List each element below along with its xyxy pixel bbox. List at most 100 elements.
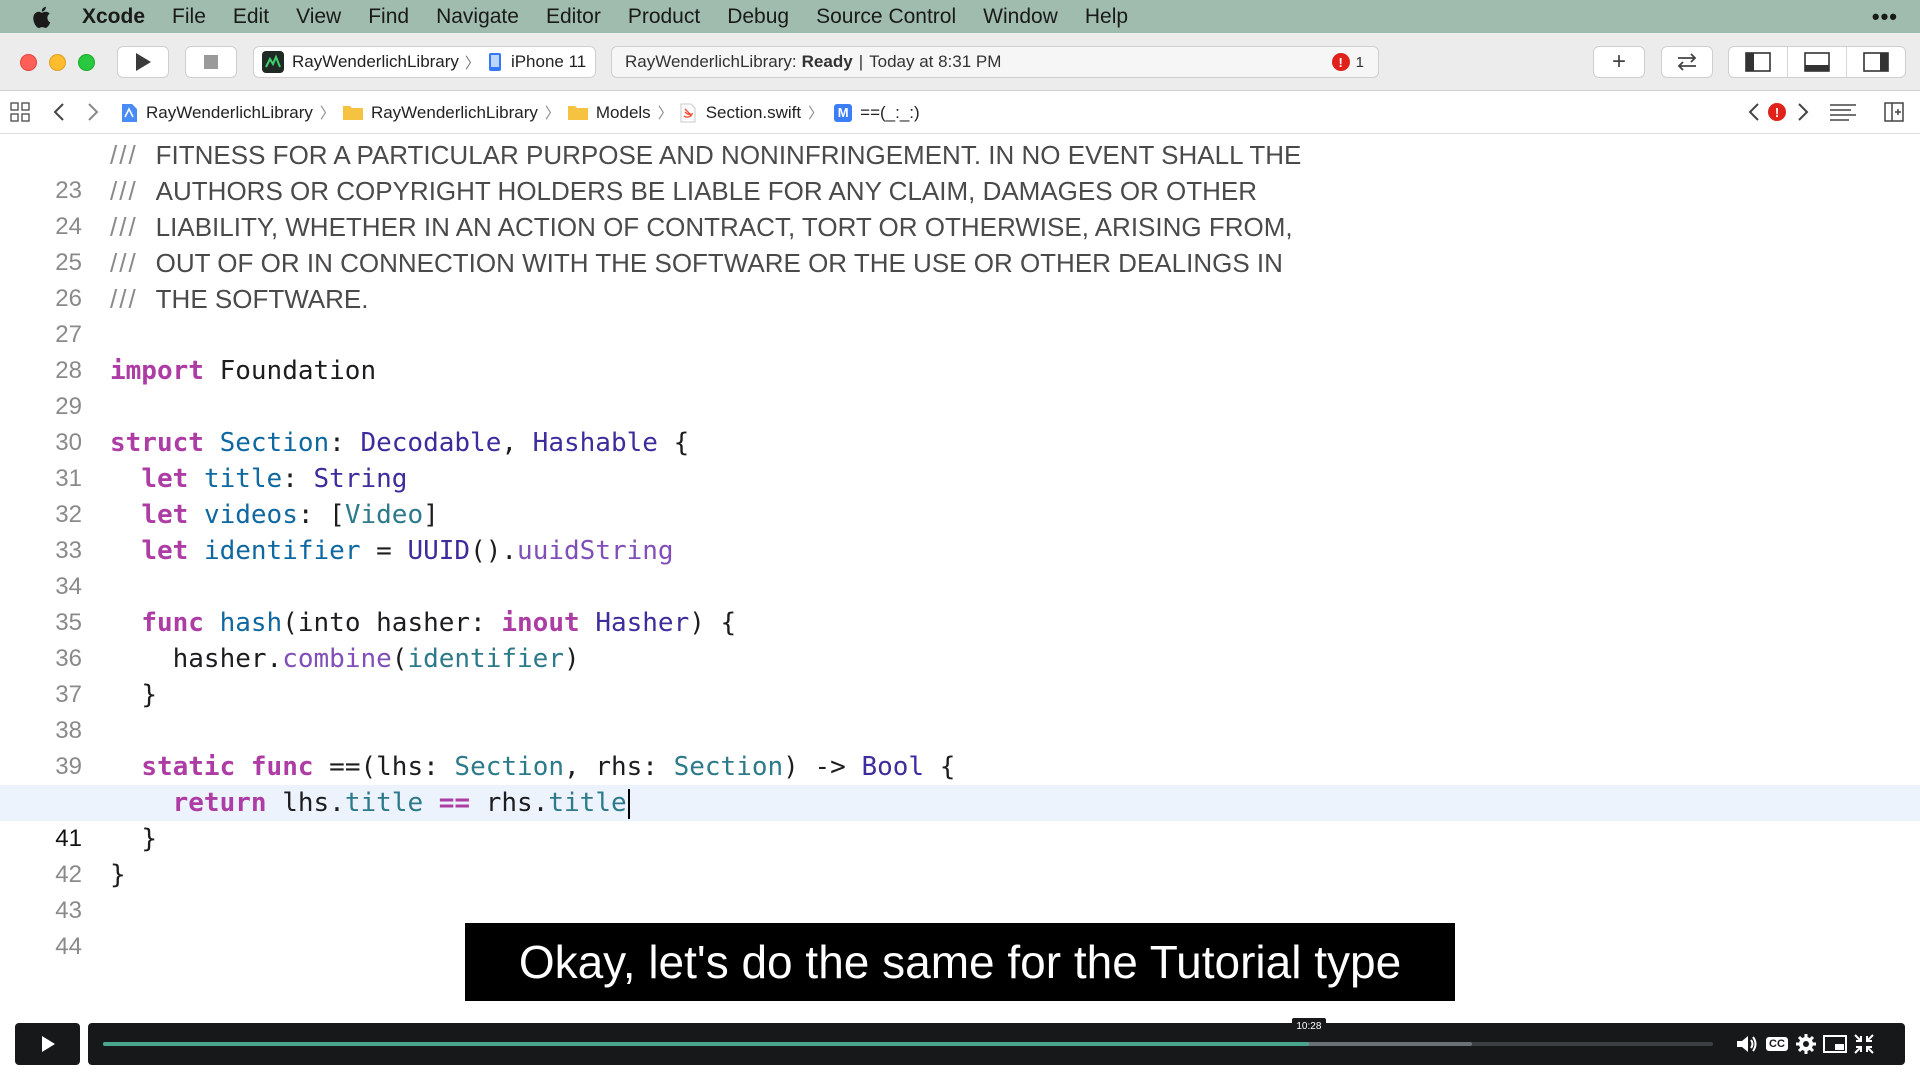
menu-find[interactable]: Find (368, 5, 409, 29)
code-line[interactable]: 26 ///OUT OF OR IN CONNECTION WITH THE S… (0, 245, 1920, 312)
jump-bar: RayWenderlichLibrary 〉 RayWenderlichLibr… (0, 91, 1920, 134)
code-comment: ///FITNESS FOR A PARTICULAR PURPOSE AND … (110, 140, 1302, 170)
code-line[interactable]: 36 func hash(into hasher: inout Hasher) … (0, 605, 1920, 672)
menu-debug[interactable]: Debug (727, 5, 789, 29)
folder-icon (567, 104, 589, 121)
code-text: let identifier = UUID().uuidString (141, 536, 674, 566)
code-line[interactable]: 31 struct Section: Decodable, Hashable { (0, 425, 1920, 492)
code-line[interactable]: 42 } (0, 821, 1920, 888)
breadcrumb-project-label: RayWenderlichLibrary (146, 102, 313, 122)
code-text: let title: String (141, 464, 408, 494)
code-line[interactable]: 34 let identifier = UUID().uuidString (0, 533, 1920, 600)
breadcrumb-separator: 〉 (319, 105, 335, 122)
breadcrumb-models-label: Models (595, 102, 651, 122)
closed-captions-label: CC (1766, 1037, 1788, 1051)
scheme-separator-icon: 〉 (464, 54, 480, 72)
code-line[interactable]: 37 hasher.combine(identifier) (0, 641, 1920, 708)
volume-icon[interactable] (1735, 1033, 1759, 1055)
code-line[interactable]: 28 (0, 317, 1920, 384)
code-text: let videos: [Video] (141, 500, 439, 530)
chevron-right-icon[interactable] (86, 102, 100, 127)
source-editor[interactable]: 23 ///FITNESS FOR A PARTICULAR PURPOSE A… (0, 134, 1920, 1020)
activity-status: Ready (801, 52, 853, 71)
navigator-toggle[interactable] (1729, 47, 1788, 77)
activity-project: RayWenderlichLibrary: (625, 52, 797, 71)
fullscreen-icon[interactable] (1852, 1033, 1876, 1055)
menu-help[interactable]: Help (1085, 5, 1128, 29)
code-comment: ///AUTHORS OR COPYRIGHT HOLDERS BE LIABL… (110, 176, 1258, 206)
code-line[interactable]: 38 } (0, 677, 1920, 744)
code-line[interactable]: 40 static func ==(lhs: Section, rhs: Sec… (0, 749, 1920, 816)
code-review-button[interactable] (1661, 46, 1713, 78)
breadcrumb-group-label: RayWenderlichLibrary (370, 102, 538, 122)
picture-in-picture-icon[interactable] (1823, 1033, 1847, 1055)
current-code-line[interactable]: 41 return lhs.title == rhs.title (0, 785, 1920, 852)
minimize-window-button[interactable] (49, 54, 66, 71)
code-line[interactable]: 35 (0, 569, 1920, 636)
menu-edit[interactable]: Edit (233, 5, 269, 29)
apple-icon[interactable] (28, 4, 54, 30)
inspector-toggle[interactable] (1847, 47, 1905, 77)
code-line[interactable]: 25 ///LIABILITY, WHETHER IN AN ACTION OF… (0, 209, 1920, 276)
code-line[interactable]: 33 let videos: [Video] (0, 497, 1920, 564)
activity-divider: | (858, 52, 864, 71)
library-add-button[interactable]: + (1593, 46, 1645, 78)
breadcrumb-project[interactable]: RayWenderlichLibrary 〉 (120, 102, 342, 123)
menu-app-name[interactable]: Xcode (82, 5, 145, 29)
review-icon (1677, 53, 1697, 71)
related-items-grid-icon[interactable] (10, 102, 30, 127)
menu-product[interactable]: Product (628, 5, 700, 29)
breadcrumb-group[interactable]: RayWenderlichLibrary 〉 (342, 102, 567, 123)
error-count-badge[interactable]: ! 1 (1331, 53, 1364, 71)
menu-view[interactable]: View (296, 5, 341, 29)
breadcrumb-symbol[interactable]: M ==(_:_:) (830, 103, 920, 123)
code-text: static func ==(lhs: Section, rhs: Sectio… (141, 752, 956, 782)
menu-bar: Xcode File Edit View Find Navigate Edito… (0, 0, 1920, 33)
closed-captions-button[interactable]: CC (1765, 1033, 1789, 1055)
code-line[interactable]: 24 ///AUTHORS OR COPYRIGHT HOLDERS BE LI… (0, 173, 1920, 240)
zoom-window-button[interactable] (78, 54, 95, 71)
code-line[interactable]: 43 } (0, 857, 1920, 924)
video-control-bar: 10:28 CC (88, 1018, 1905, 1065)
code-line[interactable]: 39 (0, 713, 1920, 780)
next-issue-icon[interactable] (1796, 102, 1810, 127)
menu-navigate[interactable]: Navigate (436, 5, 519, 29)
menu-source-control[interactable]: Source Control (816, 5, 956, 29)
menu-window[interactable]: Window (983, 5, 1058, 29)
error-icon: ! (1331, 53, 1350, 71)
stop-button[interactable] (185, 46, 237, 78)
stop-icon (204, 55, 218, 69)
window-toolbar: RayWenderlichLibrary 〉 iPhone 11 RayWend… (0, 33, 1920, 91)
add-editor-icon[interactable] (1884, 102, 1904, 127)
breadcrumb-file[interactable]: Section.swift 〉 (680, 102, 830, 123)
gear-icon[interactable] (1794, 1033, 1818, 1055)
code-text: } (110, 860, 126, 890)
breadcrumb-models[interactable]: Models 〉 (567, 102, 680, 123)
video-progress-bar[interactable]: 10:28 (103, 1018, 1713, 1046)
close-window-button[interactable] (20, 54, 37, 71)
run-button[interactable] (117, 46, 169, 78)
code-line[interactable]: 23 ///FITNESS FOR A PARTICULAR PURPOSE A… (0, 137, 1920, 204)
previous-issue-icon[interactable] (1747, 102, 1761, 127)
xcode-project-icon (120, 103, 138, 123)
code-text: struct Section: Decodable, Hashable { (110, 428, 690, 458)
video-play-button[interactable] (15, 1023, 80, 1065)
debug-area-toggle[interactable] (1788, 47, 1847, 77)
editor-options-icon[interactable] (1829, 102, 1857, 127)
issue-indicator[interactable]: ! (1768, 103, 1792, 121)
code-line[interactable]: 32 let title: String (0, 461, 1920, 528)
code-text: import Foundation (110, 356, 377, 386)
code-comment: ///OUT OF OR IN CONNECTION WITH THE SOFT… (110, 248, 1283, 278)
code-line[interactable]: 30 (0, 389, 1920, 456)
play-icon (136, 53, 151, 71)
menu-extras-more[interactable]: ••• (1872, 4, 1898, 30)
code-text: return lhs.title == rhs.title (110, 785, 630, 821)
code-text: func hash(into hasher: inout Hasher) { (141, 608, 737, 638)
scheme-selector[interactable]: RayWenderlichLibrary 〉 iPhone 11 (253, 46, 596, 78)
code-line[interactable]: 27 ///THE SOFTWARE. (0, 281, 1920, 348)
menu-file[interactable]: File (172, 5, 206, 29)
chevron-left-icon[interactable] (52, 102, 66, 127)
line-number: 44 (55, 933, 82, 960)
menu-editor[interactable]: Editor (546, 5, 601, 29)
code-line[interactable]: 29 import Foundation (0, 353, 1920, 420)
